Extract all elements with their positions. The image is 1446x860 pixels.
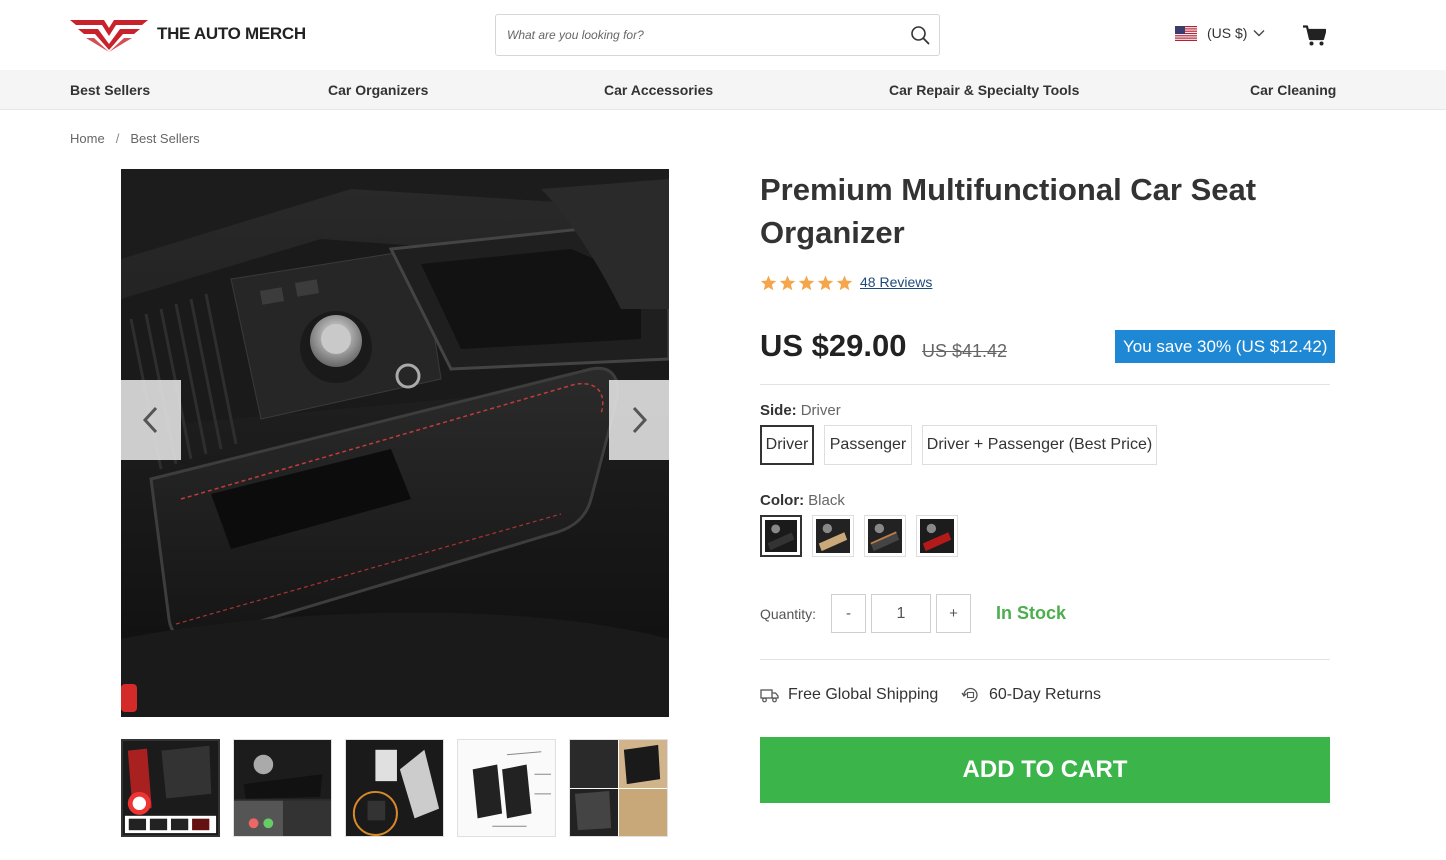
returns-icon (961, 687, 978, 703)
product-main-image (121, 169, 669, 717)
search-icon[interactable] (910, 25, 930, 45)
star-icon (836, 275, 853, 291)
thumbnail-image (346, 740, 443, 836)
perk-returns: 60-Day Returns (961, 686, 1101, 704)
breadcrumb-separator: / (115, 131, 120, 146)
swatch-image (816, 519, 850, 553)
nav-item-car-repair-tools[interactable]: Car Repair & Specialty Tools (889, 82, 1079, 98)
add-to-cart-button[interactable]: ADD TO CART (760, 737, 1330, 803)
swatch-image (920, 519, 954, 553)
color-selected-value: Black (808, 492, 845, 509)
star-icon (779, 275, 796, 291)
thumbnail-3[interactable] (345, 739, 444, 837)
gallery-next-button[interactable] (609, 380, 669, 460)
color-swatch-black[interactable] (760, 515, 802, 557)
nav-item-car-organizers[interactable]: Car Organizers (328, 82, 428, 98)
thumbnail-4[interactable] (457, 739, 556, 837)
breadcrumb-current[interactable]: Best Sellers (130, 131, 199, 146)
search-input[interactable] (496, 15, 896, 55)
divider (760, 384, 1330, 385)
product-price: US $29.00 (760, 328, 907, 363)
stock-status: In Stock (996, 603, 1067, 623)
currency-selector[interactable]: (US $) (1175, 25, 1265, 41)
side-option-label: Side: Driver (760, 402, 841, 419)
currency-label: (US $) (1207, 25, 1248, 41)
chevron-right-icon (632, 406, 648, 434)
reviews-link[interactable]: 48 Reviews (860, 274, 932, 290)
color-option-label: Color: Black (760, 492, 845, 509)
quantity-decrease-button[interactable]: - (831, 594, 866, 633)
side-option-passenger[interactable]: Passenger (824, 425, 912, 465)
thumbnail-image (123, 741, 218, 835)
thumbnail-image (570, 740, 667, 836)
us-flag-icon (1175, 25, 1197, 41)
cart-icon[interactable] (1303, 25, 1326, 46)
thumbnail-2[interactable] (233, 739, 332, 837)
star-icon (760, 275, 777, 291)
quantity-increase-button[interactable]: + (936, 594, 971, 633)
nav-item-car-cleaning[interactable]: Car Cleaning (1250, 82, 1336, 98)
original-price: US $41.42 (922, 341, 1008, 361)
star-icon (798, 275, 815, 291)
quantity-input[interactable] (871, 594, 931, 633)
chevron-down-icon (1253, 30, 1265, 37)
color-swatch-red[interactable] (916, 515, 958, 557)
main-nav: Best Sellers Car Organizers Car Accessor… (0, 70, 1446, 110)
star-icon (817, 275, 834, 291)
brand-wings-icon (70, 20, 148, 52)
side-option-driver[interactable]: Driver (760, 425, 814, 465)
savings-badge: You save 30% (US $12.42) (1115, 330, 1336, 363)
perk-shipping-label: Free Global Shipping (788, 686, 939, 703)
swatch-image (868, 519, 902, 553)
thumbnail-1[interactable] (121, 739, 220, 837)
rating-stars (760, 275, 855, 291)
breadcrumb-home[interactable]: Home (70, 131, 105, 146)
side-selected-value: Driver (800, 402, 841, 419)
nav-item-car-accessories[interactable]: Car Accessories (604, 82, 713, 98)
color-label: Color: (760, 492, 805, 509)
swatch-image (765, 520, 797, 552)
side-label: Side: (760, 402, 797, 419)
thumbnail-image (458, 740, 555, 836)
divider (760, 659, 1330, 660)
color-swatch-beige[interactable] (812, 515, 854, 557)
breadcrumb: Home / Best Sellers (70, 131, 200, 146)
thumbnail-5[interactable] (569, 739, 668, 837)
color-swatch-tan[interactable] (864, 515, 906, 557)
brand-name: THE AUTO MERCH (157, 24, 306, 43)
gallery-prev-button[interactable] (121, 380, 181, 460)
product-title: Premium Multifunctional Car Seat Organiz… (760, 172, 1257, 250)
brand-logo[interactable]: THE AUTO MERCH (70, 16, 306, 52)
side-option-both[interactable]: Driver + Passenger (Best Price) (922, 425, 1157, 465)
nav-item-best-sellers[interactable]: Best Sellers (70, 82, 150, 98)
search-box (495, 14, 940, 56)
product-photo (121, 169, 669, 717)
perk-returns-label: 60-Day Returns (989, 686, 1102, 703)
thumbnail-image (234, 740, 331, 836)
perk-shipping: Free Global Shipping (760, 686, 938, 704)
quantity-label: Quantity: (760, 606, 817, 622)
truck-icon (760, 689, 779, 703)
chevron-left-icon (142, 406, 158, 434)
site-header: THE AUTO MERCH (US $) (0, 0, 1446, 70)
